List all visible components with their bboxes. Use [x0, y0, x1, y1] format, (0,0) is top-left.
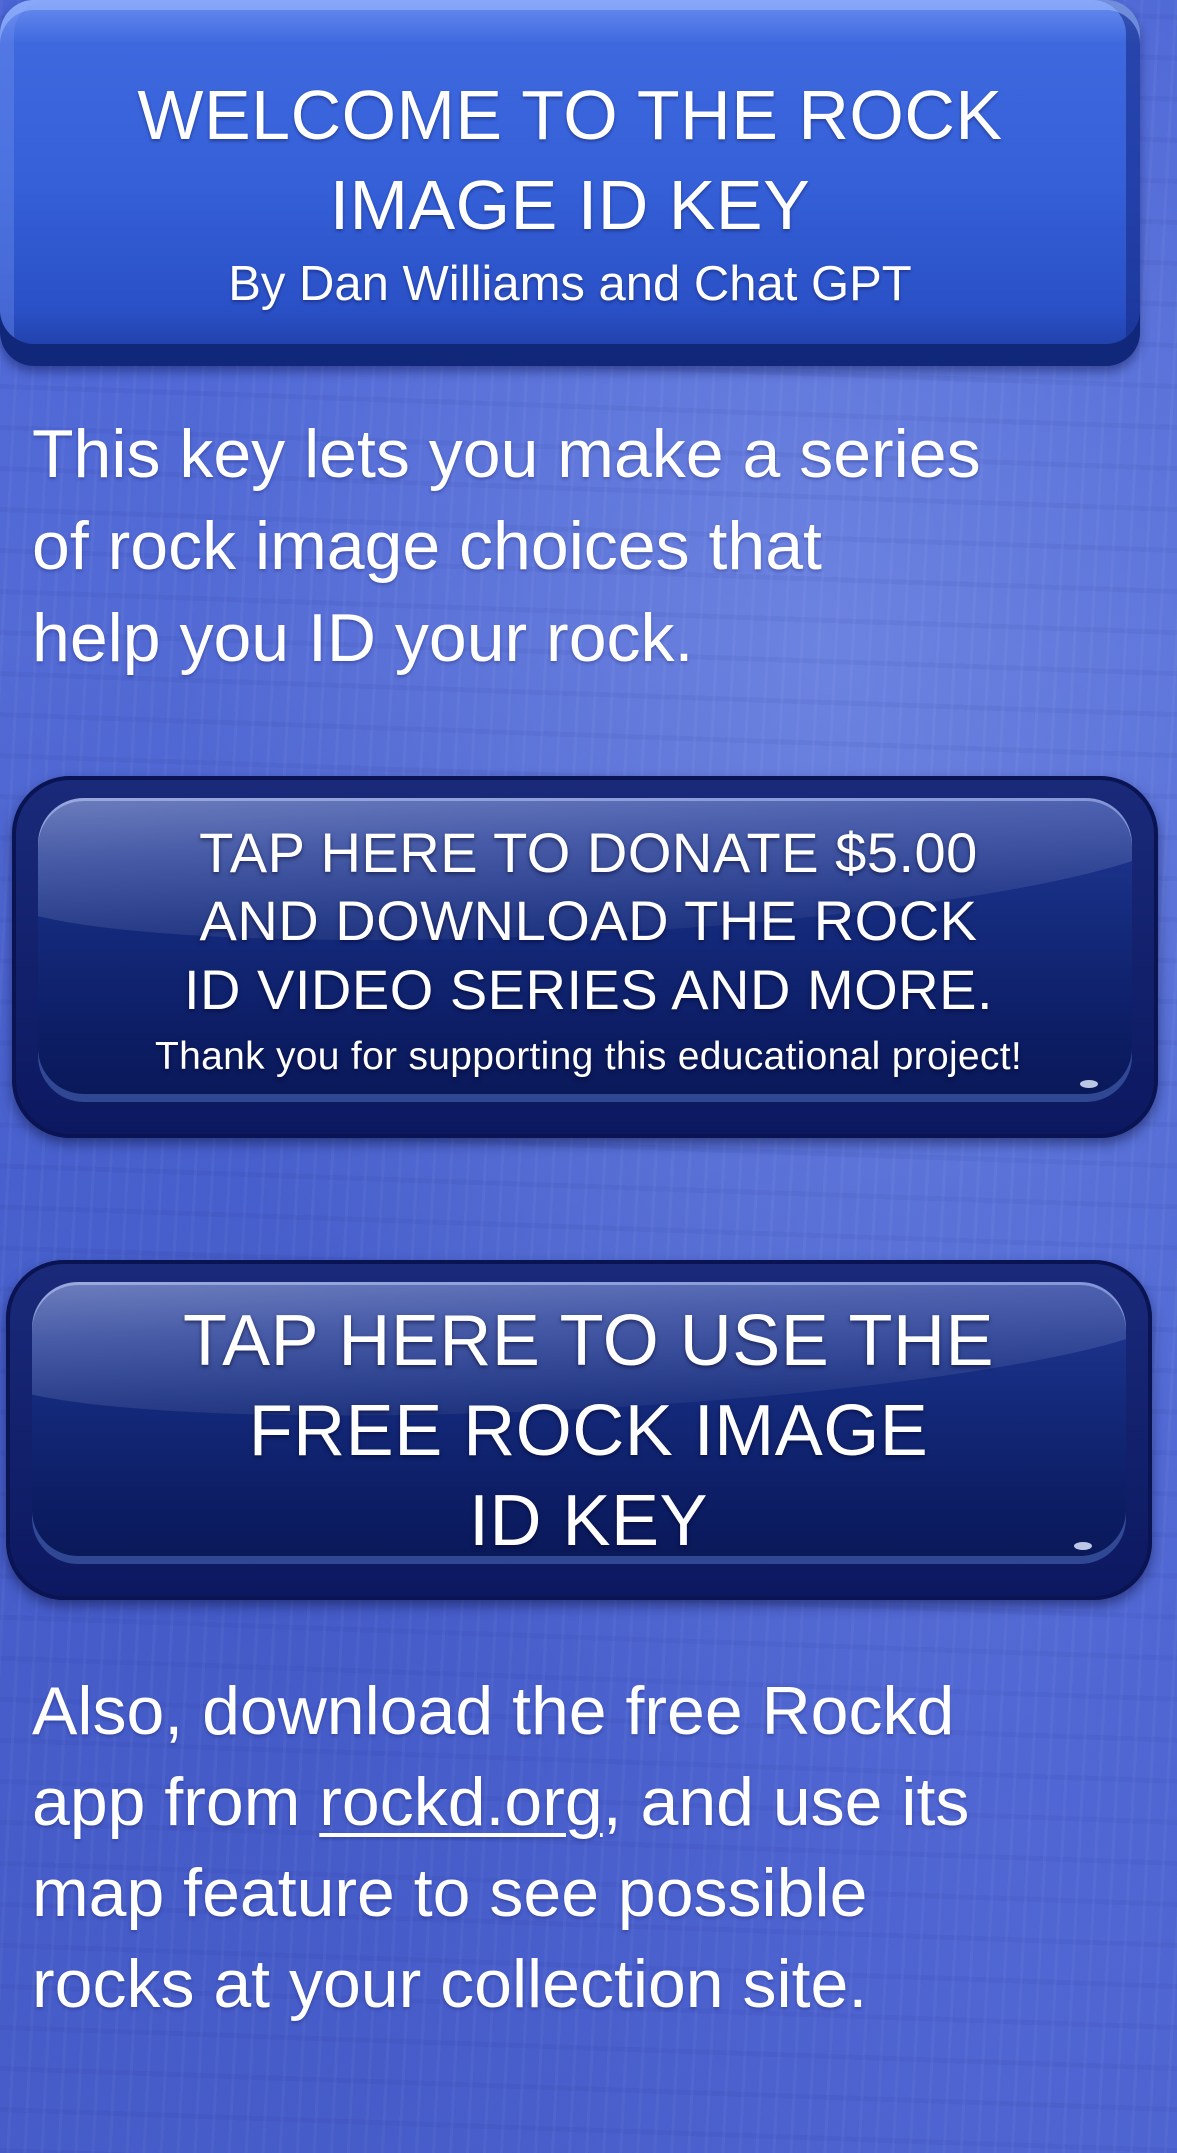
page-subtitle: By Dan Williams and Chat GPT — [228, 257, 912, 311]
intro-line-2: of rock image choices that — [32, 508, 822, 584]
page-title: WELCOME TO THE ROCK IMAGE ID KEY — [0, 70, 1140, 250]
footer-line-2-after: , and use its — [602, 1764, 970, 1840]
intro-line-3: help you ID your rock. — [32, 600, 694, 676]
donate-button-line-3: ID VIDEO SERIES AND MORE. — [183, 958, 994, 1021]
free-key-button-line-1: TAP HERE TO USE THE — [182, 1301, 995, 1381]
header-banner: WELCOME TO THE ROCK IMAGE ID KEY By Dan W… — [0, 0, 1140, 366]
footer-line-4: rocks at your collection site. — [32, 1946, 868, 2022]
footer-line-2-before: app from — [32, 1764, 320, 1840]
intro-paragraph: This key lets you make a series of rock i… — [32, 408, 1162, 684]
footer-paragraph: Also, download the free Rockd app from ro… — [32, 1666, 1167, 2030]
rockd-link[interactable]: rockd.org — [319, 1764, 602, 1840]
footer-line-3: map feature to see possible — [32, 1855, 868, 1931]
donate-button-thanks: Thank you for supporting this educationa… — [154, 1035, 1022, 1078]
title-line-1: WELCOME TO THE ROCK — [137, 76, 1003, 154]
donate-button-line-1: TAP HERE TO DONATE $5.00 — [199, 821, 978, 884]
footer-line-1: Also, download the free Rockd — [32, 1673, 955, 1749]
title-line-2: IMAGE ID KEY — [329, 166, 811, 244]
free-key-button-line-3: ID KEY — [468, 1481, 709, 1561]
intro-line-1: This key lets you make a series — [32, 416, 981, 492]
free-key-button-line-2: FREE ROCK IMAGE — [248, 1391, 929, 1471]
donate-button-line-2: AND DOWNLOAD THE ROCK — [199, 889, 978, 952]
